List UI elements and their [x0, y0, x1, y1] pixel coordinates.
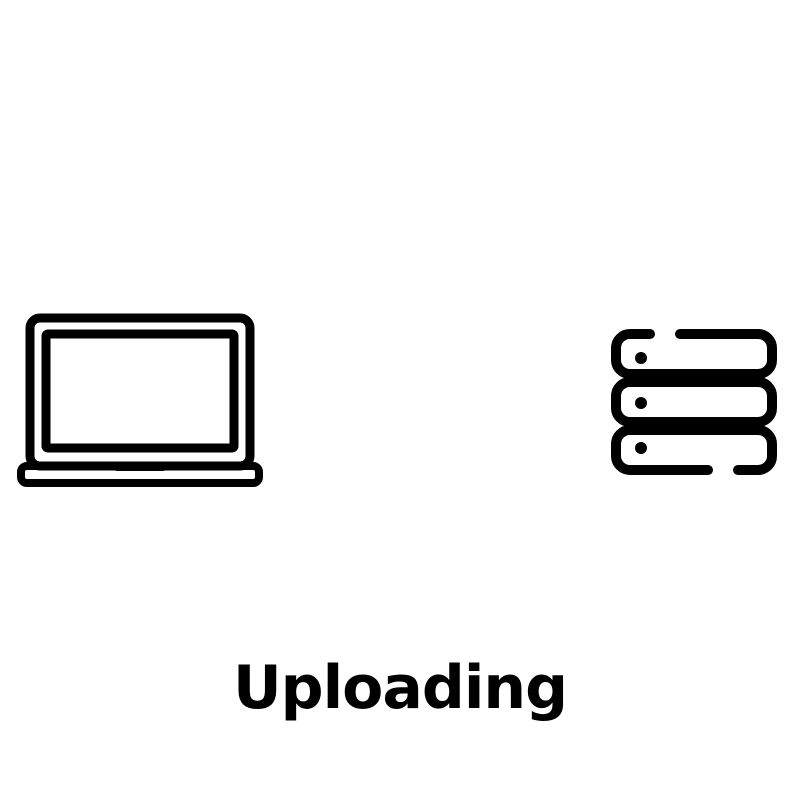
upload-status-label: Uploading [232, 653, 568, 723]
server-icon [611, 329, 777, 475]
laptop-icon [17, 313, 263, 487]
upload-screen: Uploading [0, 0, 800, 800]
